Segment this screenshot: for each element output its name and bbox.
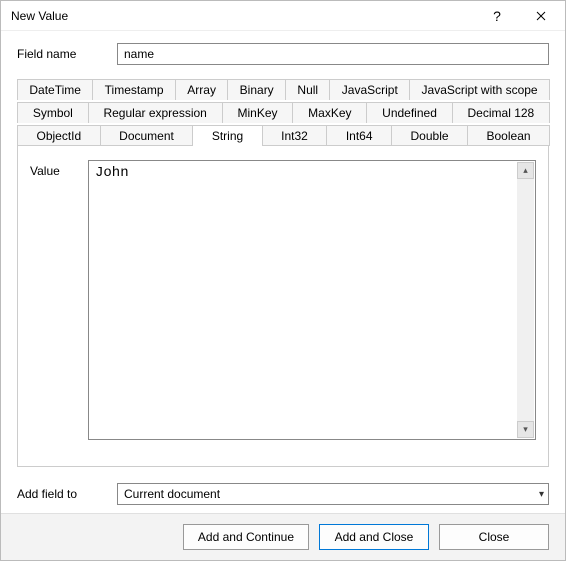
vertical-scrollbar[interactable]: ▴ ▾ bbox=[517, 162, 534, 438]
tab-boolean[interactable]: Boolean bbox=[467, 125, 550, 146]
add-and-continue-button[interactable]: Add and Continue bbox=[183, 524, 309, 550]
tab-undefined[interactable]: Undefined bbox=[366, 102, 452, 123]
value-textarea-wrap: ▴ ▾ bbox=[88, 160, 536, 440]
close-window-button[interactable] bbox=[519, 2, 563, 30]
tab-minkey[interactable]: MinKey bbox=[222, 102, 294, 123]
help-button[interactable]: ? bbox=[475, 2, 519, 30]
scroll-up-icon: ▴ bbox=[523, 165, 528, 176]
tab-objectid[interactable]: ObjectId bbox=[17, 125, 101, 146]
tab-array[interactable]: Array bbox=[175, 79, 228, 100]
tab-row-2: Symbol Regular expression MinKey MaxKey … bbox=[17, 102, 549, 123]
scroll-down-button[interactable]: ▾ bbox=[517, 421, 534, 438]
type-tabs: DateTime Timestamp Array Binary Null Jav… bbox=[17, 79, 549, 146]
scroll-up-button[interactable]: ▴ bbox=[517, 162, 534, 179]
dialog-body: Field name DateTime Timestamp Array Bina… bbox=[1, 31, 565, 513]
string-tab-panel: Value ▴ ▾ bbox=[17, 145, 549, 467]
value-textarea[interactable] bbox=[89, 161, 535, 439]
field-name-label: Field name bbox=[17, 47, 117, 61]
field-name-row: Field name bbox=[17, 43, 549, 65]
tab-maxkey[interactable]: MaxKey bbox=[292, 102, 367, 123]
close-icon bbox=[536, 8, 546, 24]
scroll-down-icon: ▾ bbox=[523, 424, 528, 435]
add-field-to-label: Add field to bbox=[17, 487, 117, 501]
tab-int32[interactable]: Int32 bbox=[262, 125, 328, 146]
dialog-footer: Add and Continue Add and Close Close bbox=[1, 513, 565, 560]
tab-symbol[interactable]: Symbol bbox=[17, 102, 89, 123]
add-and-close-button[interactable]: Add and Close bbox=[319, 524, 429, 550]
tab-regex[interactable]: Regular expression bbox=[88, 102, 223, 123]
add-field-to-value: Current document bbox=[124, 487, 220, 501]
tab-datetime[interactable]: DateTime bbox=[17, 79, 93, 100]
tab-row-3: ObjectId Document String Int32 Int64 Dou… bbox=[17, 125, 549, 146]
add-field-to-row: Add field to Current document ▾ bbox=[17, 483, 549, 505]
tab-document[interactable]: Document bbox=[100, 125, 194, 146]
tab-timestamp[interactable]: Timestamp bbox=[92, 79, 176, 100]
close-button[interactable]: Close bbox=[439, 524, 549, 550]
tab-double[interactable]: Double bbox=[391, 125, 468, 146]
tab-string[interactable]: String bbox=[192, 125, 262, 146]
tab-binary[interactable]: Binary bbox=[227, 79, 286, 100]
new-value-dialog: New Value ? Field name DateTime Timestam… bbox=[0, 0, 566, 561]
field-name-input[interactable] bbox=[117, 43, 549, 65]
tab-javascript-scope[interactable]: JavaScript with scope bbox=[409, 79, 550, 100]
type-tabs-area: DateTime Timestamp Array Binary Null Jav… bbox=[17, 77, 549, 467]
tab-row-1: DateTime Timestamp Array Binary Null Jav… bbox=[17, 79, 549, 100]
chevron-down-icon: ▾ bbox=[539, 489, 544, 500]
value-label: Value bbox=[30, 160, 88, 454]
tab-int64[interactable]: Int64 bbox=[326, 125, 392, 146]
help-icon: ? bbox=[493, 8, 501, 24]
tab-javascript[interactable]: JavaScript bbox=[329, 79, 410, 100]
titlebar: New Value ? bbox=[1, 1, 565, 31]
tab-null[interactable]: Null bbox=[285, 79, 330, 100]
window-title: New Value bbox=[11, 9, 475, 23]
tab-decimal128[interactable]: Decimal 128 bbox=[452, 102, 550, 123]
add-field-to-select[interactable]: Current document ▾ bbox=[117, 483, 549, 505]
